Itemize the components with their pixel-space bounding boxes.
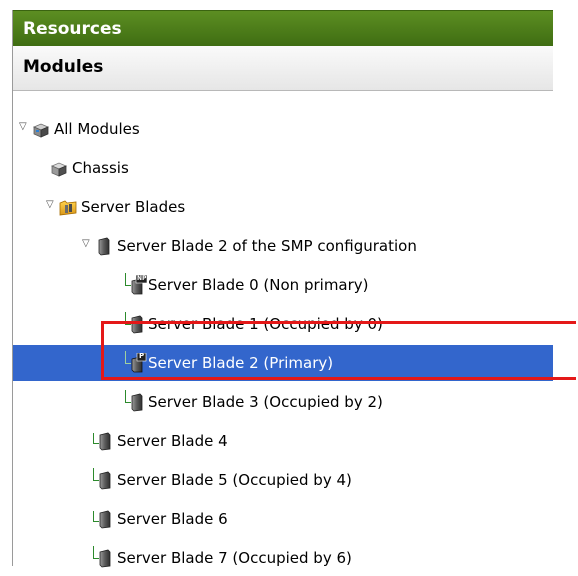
expand-toggle-icon[interactable]: ▽	[19, 121, 31, 133]
server-blade-icon	[99, 549, 111, 568]
tree-item-label: Server Blade 3 (Occupied by 2)	[148, 393, 383, 411]
tree-item-smp-configuration[interactable]: ▽ Server Blade 2 of the SMP configuratio…	[13, 228, 553, 264]
tree-item-label: Server Blade 7 (Occupied by 6)	[117, 549, 352, 567]
tree-item-blade-7[interactable]: Server Blade 7 (Occupied by 6)	[13, 540, 553, 576]
modules-icon	[32, 123, 50, 138]
folder-icon	[59, 200, 77, 216]
tree-item-blade-6[interactable]: Server Blade 6	[13, 501, 553, 537]
server-blade-icon	[99, 510, 111, 529]
tree-item-blade-4[interactable]: Server Blade 4	[13, 423, 553, 459]
non-primary-badge: NP	[137, 275, 147, 282]
modules-header: Modules	[13, 46, 553, 91]
tree-item-label: Server Blade 2 of the SMP configuration	[117, 237, 417, 255]
resources-title: Resources	[23, 19, 122, 39]
server-blade-icon	[99, 471, 111, 490]
server-blade-icon	[131, 393, 143, 412]
tree-item-blade-5[interactable]: Server Blade 5 (Occupied by 4)	[13, 462, 553, 498]
tree-item-all-modules[interactable]: ▽ All Modules	[13, 111, 553, 147]
tree-item-label: Server Blade 6	[117, 510, 228, 528]
tree-item-label: All Modules	[54, 120, 140, 138]
tree-item-blade-3[interactable]: Server Blade 3 (Occupied by 2)	[13, 384, 553, 420]
tree-item-label: Chassis	[72, 159, 129, 177]
chassis-icon	[50, 162, 68, 177]
tree-item-blade-0[interactable]: NP Server Blade 0 (Non primary)	[13, 267, 553, 303]
server-blade-icon	[99, 432, 111, 451]
tree-item-label: Server Blade 4	[117, 432, 228, 450]
expand-toggle-icon[interactable]: ▽	[82, 238, 94, 250]
tree-item-label: Server Blades	[81, 198, 186, 216]
resources-panel: Resources Modules ▽ All Modules Chassis	[12, 10, 553, 568]
server-blade-icon	[98, 237, 110, 256]
expand-toggle-icon[interactable]: ▽	[46, 199, 58, 211]
modules-title: Modules	[23, 57, 104, 77]
tree-item-label: Server Blade 5 (Occupied by 4)	[117, 471, 352, 489]
tree-item-server-blades[interactable]: ▽ Server Blades	[13, 189, 553, 225]
resources-header: Resources	[13, 10, 553, 46]
tree-item-chassis[interactable]: Chassis	[13, 150, 553, 186]
highlight-annotation-box	[101, 321, 576, 380]
tree-item-label: Server Blade 0 (Non primary)	[148, 276, 369, 294]
